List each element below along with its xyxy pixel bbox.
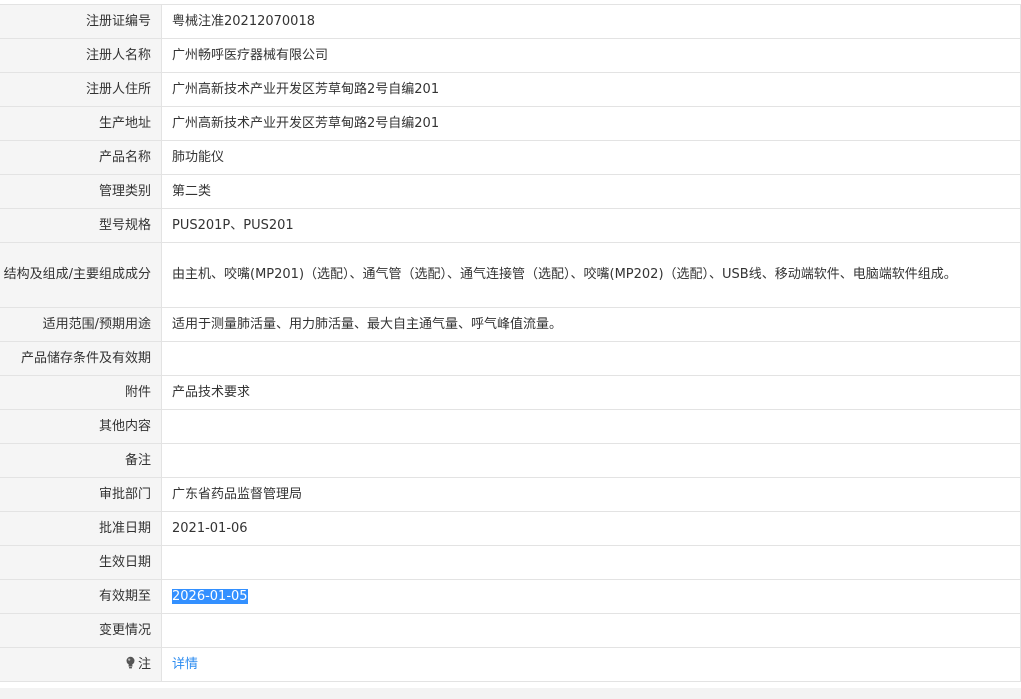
structure-composition-value: 由主机、咬嘴(MP201)（选配）、通气管（选配）、通气连接管（选配）、咬嘴(M…	[161, 242, 1021, 308]
details-link[interactable]: 详情	[172, 657, 198, 672]
table-row: 批准日期 2021-01-06	[0, 511, 1021, 546]
lightbulb-icon	[126, 656, 135, 668]
table-row: 附件 产品技术要求	[0, 375, 1021, 410]
table-row: 生产地址 广州高新技术产业开发区芳草甸路2号自编201	[0, 106, 1021, 141]
field-label: 有效期至	[0, 579, 162, 614]
valid-until-value[interactable]: 2026-01-05	[172, 588, 248, 604]
field-label: 审批部门	[0, 477, 162, 512]
table-row: 生效日期	[0, 545, 1021, 580]
note-label-cell: 注	[0, 647, 162, 682]
field-label: 备注	[0, 443, 162, 478]
table-row: 管理类别 第二类	[0, 174, 1021, 209]
table-row: 注册证编号 粤械注准20212070018	[0, 4, 1021, 39]
note-cell: 详情	[161, 647, 1021, 682]
intended-use-value: 适用于测量肺活量、用力肺活量、最大自主通气量、呼气峰值流量。	[161, 307, 1021, 342]
management-category-value: 第二类	[161, 174, 1021, 209]
field-label: 附件	[0, 375, 162, 410]
table-row: 产品储存条件及有效期	[0, 341, 1021, 376]
table-row: 变更情况	[0, 613, 1021, 648]
remarks-value	[161, 443, 1021, 478]
registrant-name-value: 广州畅呼医疗器械有限公司	[161, 38, 1021, 73]
field-label: 适用范围/预期用途	[0, 307, 162, 342]
field-label: 管理类别	[0, 174, 162, 209]
registration-info-table: 注册证编号 粤械注准20212070018 注册人名称 广州畅呼医疗器械有限公司…	[0, 4, 1021, 682]
registration-number-value: 粤械注准20212070018	[161, 4, 1021, 39]
table-row: 型号规格 PUS201P、PUS201	[0, 208, 1021, 243]
registrant-address-value: 广州高新技术产业开发区芳草甸路2号自编201	[161, 72, 1021, 107]
field-label: 注册证编号	[0, 4, 162, 39]
field-label: 结构及组成/主要组成成分	[0, 242, 162, 308]
table-row: 注 详情	[0, 647, 1021, 682]
registration-detail-page: 注册证编号 粤械注准20212070018 注册人名称 广州畅呼医疗器械有限公司…	[0, 0, 1021, 699]
attachment-value: 产品技术要求	[161, 375, 1021, 410]
table-row: 产品名称 肺功能仪	[0, 140, 1021, 175]
approval-date-value: 2021-01-06	[161, 511, 1021, 546]
storage-conditions-value	[161, 341, 1021, 376]
model-spec-value: PUS201P、PUS201	[161, 208, 1021, 243]
field-label: 注册人名称	[0, 38, 162, 73]
table-row: 注册人住所 广州高新技术产业开发区芳草甸路2号自编201	[0, 72, 1021, 107]
table-row: 有效期至 2026-01-05	[0, 579, 1021, 614]
change-history-value	[161, 613, 1021, 648]
field-label: 产品名称	[0, 140, 162, 175]
note-label: 注	[137, 656, 151, 672]
field-label: 生效日期	[0, 545, 162, 580]
field-label: 产品储存条件及有效期	[0, 341, 162, 376]
field-label: 批准日期	[0, 511, 162, 546]
table-row: 审批部门 广东省药品监督管理局	[0, 477, 1021, 512]
field-label: 生产地址	[0, 106, 162, 141]
product-name-value: 肺功能仪	[161, 140, 1021, 175]
table-row: 结构及组成/主要组成成分 由主机、咬嘴(MP201)（选配）、通气管（选配）、通…	[0, 242, 1021, 308]
approval-department-value: 广东省药品监督管理局	[161, 477, 1021, 512]
field-label: 变更情况	[0, 613, 162, 648]
valid-until-cell: 2026-01-05	[161, 579, 1021, 614]
table-row: 其他内容	[0, 409, 1021, 444]
table-row: 注册人名称 广州畅呼医疗器械有限公司	[0, 38, 1021, 73]
field-label: 其他内容	[0, 409, 162, 444]
effective-date-value	[161, 545, 1021, 580]
table-row: 备注	[0, 443, 1021, 478]
field-label: 型号规格	[0, 208, 162, 243]
page-bottom-bar	[0, 688, 1021, 699]
table-row: 适用范围/预期用途 适用于测量肺活量、用力肺活量、最大自主通气量、呼气峰值流量。	[0, 307, 1021, 342]
other-content-value	[161, 409, 1021, 444]
production-address-value: 广州高新技术产业开发区芳草甸路2号自编201	[161, 106, 1021, 141]
field-label: 注册人住所	[0, 72, 162, 107]
